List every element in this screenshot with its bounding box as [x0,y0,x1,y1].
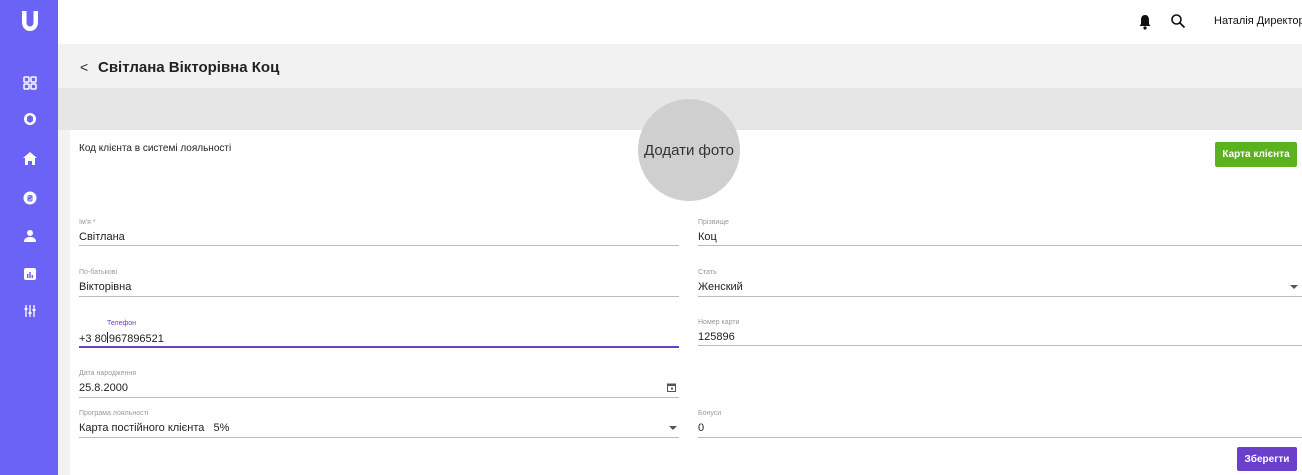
sliders-icon[interactable] [21,302,39,320]
card-number-field[interactable]: Номер карти 125896 [698,319,1302,346]
cube-icon[interactable] [21,110,39,128]
last-name-underline [698,245,1302,246]
first-name-label: Ім'я * [79,219,96,226]
chevron-down-icon[interactable] [1290,285,1298,289]
phone-underline [79,346,679,348]
birth-date-value: 25.8.2000 [79,382,128,394]
loyalty-program-value: Карта постійного клієнта 5% [79,422,230,434]
bonuses-underline [698,437,1302,438]
add-photo-button[interactable]: Додати фото [638,99,740,201]
chevron-down-icon[interactable] [669,426,677,430]
loyalty-program-label: Програма лояльності [79,410,149,417]
currency-icon[interactable]: ₴ [21,189,39,207]
patronymic-underline [79,296,679,297]
loyalty-program-underline [79,437,679,438]
birth-date-field[interactable]: Дата народження 25.8.2000 [79,370,679,398]
search-icon[interactable] [1170,13,1186,29]
gender-value: Женский [698,281,743,293]
title-bar: < Світлана Вікторівна Коц [58,44,1302,88]
back-icon[interactable]: < [80,59,88,75]
svg-text:₴: ₴ [27,194,33,204]
user-icon[interactable] [21,227,39,245]
gender-label: Стать [698,269,717,276]
analytics-icon[interactable] [21,265,39,283]
card-number-value: 125896 [698,331,735,343]
phone-value: +3 80 967896521 [79,332,164,345]
bonuses-field[interactable]: Бонуси 0 [698,410,1302,438]
loyalty-code-label: Код клієнта в системі лояльності [79,143,232,154]
last-name-field[interactable]: Прізвище Коц [698,219,1302,246]
phone-field[interactable]: Телефон +3 80 967896521 [79,320,679,348]
birth-date-label: Дата народження [79,370,137,377]
last-name-value: Коц [698,231,717,243]
card-number-label: Номер карти [698,319,740,326]
bonuses-value: 0 [698,422,705,434]
patronymic-field[interactable]: По-батькові Вікторівна [79,269,679,297]
loyalty-program-select[interactable]: Програма лояльності Карта постійного клі… [79,410,679,438]
app-logo[interactable] [18,8,42,34]
top-bar: Наталія Директор [58,0,1302,44]
last-name-label: Прізвище [698,219,729,226]
bell-icon[interactable] [1137,14,1153,30]
card-number-underline [698,345,1302,346]
first-name-value: Світлана [79,231,125,243]
patronymic-value: Вікторівна [79,281,132,293]
gender-select[interactable]: Стать Женский [698,269,1302,297]
phone-number: 967896521 [108,333,164,345]
gender-underline [698,296,1302,297]
user-name[interactable]: Наталія Директор [1214,15,1302,27]
calendar-icon[interactable] [667,383,676,392]
birth-date-underline [79,397,679,398]
phone-label: Телефон [107,320,137,327]
first-name-field[interactable]: Ім'я * Світлана [79,219,679,246]
home-icon[interactable] [21,149,39,167]
text-caret [107,332,109,343]
bonuses-label: Бонуси [698,410,722,417]
save-button[interactable]: Зберегти [1237,447,1297,471]
sidebar: ₴ [0,0,58,475]
phone-prefix: +3 80 [79,333,107,345]
dashboard-icon[interactable] [21,74,39,92]
first-name-underline [79,245,679,246]
patronymic-label: По-батькові [79,269,118,276]
page-title: Світлана Вікторівна Коц [98,59,280,76]
client-card-button[interactable]: Карта клієнта [1215,142,1297,167]
